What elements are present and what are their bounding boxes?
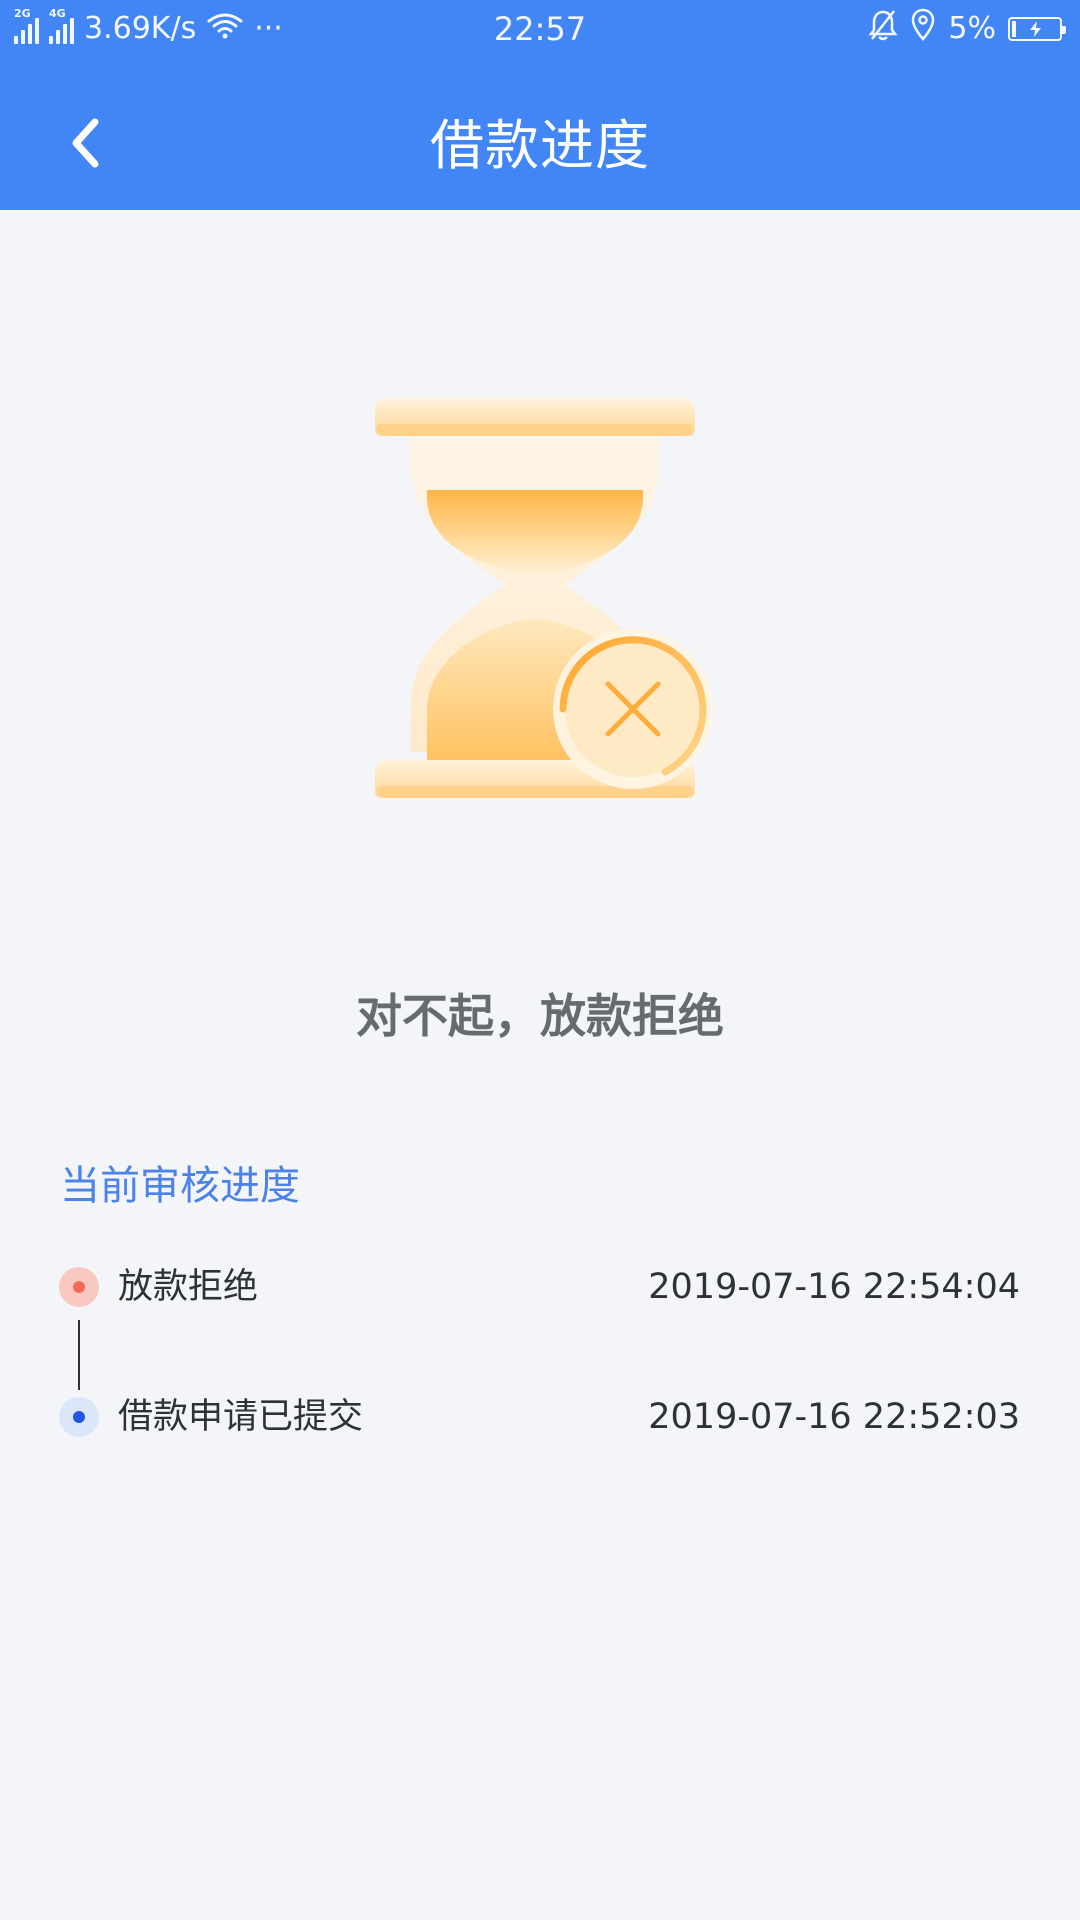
timeline-item-application-submitted: 借款申请已提交 2019-07-16 22:52:03 [0,1390,1080,1444]
close-circle-icon [553,629,713,789]
bell-off-icon [868,8,898,50]
timeline-item-time: 2019-07-16 22:52:03 [648,1397,1020,1437]
timeline-item-time: 2019-07-16 22:54:04 [648,1267,1020,1307]
result-message: 对不起，放款拒绝 [356,989,724,1043]
location-icon [910,8,936,50]
status-right: 5% [868,8,1066,50]
status-dot-icon [59,1267,99,1307]
battery-charging-icon [1008,17,1066,41]
rejected-hourglass-illustration [355,380,725,810]
timeline-item-label: 借款申请已提交 [118,1397,364,1437]
status-bar: 2G 4G 3.69K/s ··· 22:57 5% [0,0,1080,58]
hourglass-icon [375,398,713,798]
page-title: 借款进度 [430,114,650,177]
progress-section-title: 当前审核进度 [60,1163,300,1209]
timeline-item-label: 放款拒绝 [118,1267,259,1307]
timeline-connector [78,1320,80,1390]
status-dot-icon [59,1397,99,1437]
header-bar: 2G 4G 3.69K/s ··· 22:57 5% 借款进度 [0,0,1080,210]
timeline-item-loan-rejected: 放款拒绝 2019-07-16 22:54:04 [0,1260,1080,1314]
progress-timeline: 放款拒绝 2019-07-16 22:54:04 借款申请已提交 2019-07… [0,1260,1080,1440]
battery-percentage: 5% [948,11,996,46]
